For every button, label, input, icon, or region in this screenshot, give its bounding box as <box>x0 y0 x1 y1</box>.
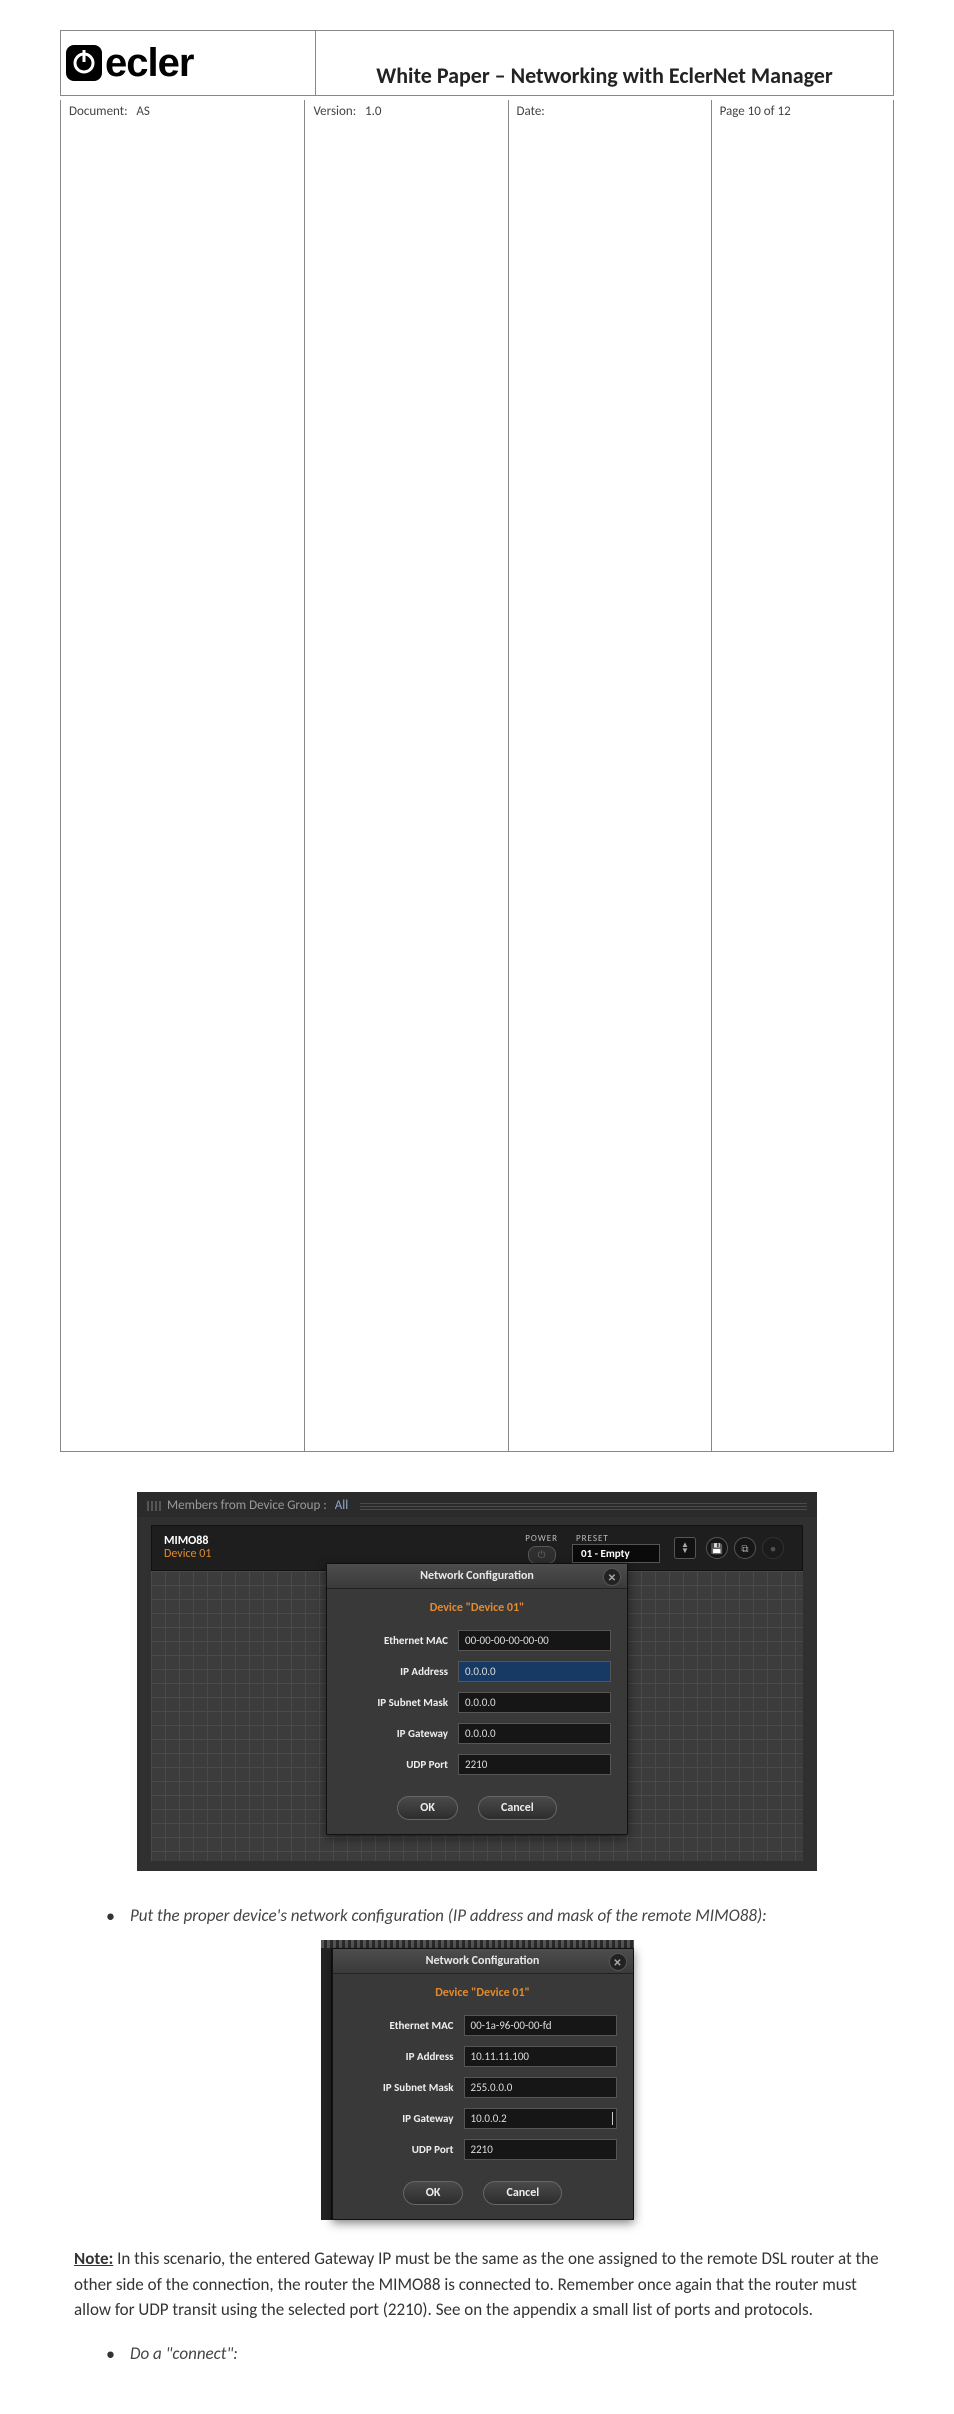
dialog1-title: Network Configuration <box>420 1569 534 1583</box>
gw-label: IP Gateway <box>343 1727 458 1740</box>
note-text: In this scenario, the entered Gateway IP… <box>74 2248 879 2320</box>
doc-title: White Paper – Networking with EclerNet M… <box>315 31 893 95</box>
network-config-dialog-2: Network Configuration ✕ Device "Device 0… <box>332 1948 634 2220</box>
dialog1-cancel-button[interactable]: Cancel <box>478 1796 557 1820</box>
preset-block: PRESET 01 - Empty <box>572 1533 660 1563</box>
dialog2-subtitle: Device "Device 01" <box>333 1974 633 2010</box>
dialog1-row-mac: Ethernet MAC 00-00-00-00-00-00 <box>327 1625 627 1656</box>
gw-label-2: IP Gateway <box>349 2112 464 2125</box>
header-stripes <box>360 1502 807 1510</box>
meta-version-value: 1.0 <box>365 104 381 119</box>
dialog2-row-ip: IP Address 10.11.11.100 <box>333 2041 633 2072</box>
dialog1-row-ip: IP Address 0.0.0.0 <box>327 1656 627 1687</box>
port-label-2: UDP Port <box>349 2143 464 2156</box>
mask-input-2[interactable]: 255.0.0.0 <box>464 2077 617 2098</box>
dialog2-row-mask: IP Subnet Mask 255.0.0.0 <box>333 2072 633 2103</box>
group-value: All <box>335 1498 349 1513</box>
meta-date-label: Date: <box>517 104 545 119</box>
preset-stepper[interactable]: ▲▼ <box>674 1537 696 1559</box>
screenshot-device-group: Members from Device Group : All MIMO88 D… <box>137 1492 817 1871</box>
shot2-top-strip <box>321 1940 634 1948</box>
power-label: POWER <box>525 1533 558 1544</box>
dialog2-buttons: OK Cancel <box>333 2165 633 2219</box>
ip-label: IP Address <box>343 1665 458 1678</box>
note-label: Note: <box>74 2248 113 2269</box>
brand-logo: ecler <box>65 41 193 86</box>
brand-text: ecler <box>105 41 193 86</box>
bullet-text-1: Put the proper device's network configur… <box>130 1905 854 1926</box>
power-block: POWER ⏻ <box>525 1533 558 1564</box>
device-grid-area: Network Configuration ✕ Device "Device 0… <box>151 1571 803 1861</box>
mask-label: IP Subnet Mask <box>343 1696 458 1709</box>
dialog2-row-mac: Ethernet MAC 00-1a-96-00-00-fd <box>333 2010 633 2041</box>
meta-date: Date: <box>509 100 712 1451</box>
power-button[interactable]: ⏻ <box>528 1546 556 1564</box>
gw-input-2[interactable]: 10.0.0.2 <box>464 2108 617 2129</box>
port-input-2[interactable]: 2210 <box>464 2139 617 2160</box>
dialog1-ok-button[interactable]: OK <box>397 1796 458 1820</box>
more-icon[interactable]: ● <box>762 1537 784 1559</box>
screenshot-netconf-filled: Network Configuration ✕ Device "Device 0… <box>60 1940 894 2220</box>
ip-input-2[interactable]: 10.11.11.100 <box>464 2046 617 2067</box>
network-config-dialog-1: Network Configuration ✕ Device "Device 0… <box>326 1563 628 1835</box>
mac-value-2: 00-1a-96-00-00-fd <box>464 2015 617 2036</box>
dialog2-row-gw: IP Gateway 10.0.0.2 <box>333 2103 633 2134</box>
dialog1-row-port: UDP Port 2210 <box>327 1749 627 1780</box>
device-name: Device 01 <box>164 1548 211 1561</box>
save-preset-icon[interactable]: 💾 <box>706 1537 728 1559</box>
meta-document-value: AS <box>136 104 150 119</box>
meta-version: Version: 1.0 <box>305 100 508 1451</box>
mac-label-2: Ethernet MAC <box>349 2019 464 2032</box>
dialog1-subtitle: Device "Device 01" <box>327 1589 627 1625</box>
preset-value[interactable]: 01 - Empty <box>572 1544 660 1563</box>
dialog2-row-port: UDP Port 2210 <box>333 2134 633 2165</box>
dialog1-close-icon[interactable]: ✕ <box>603 1568 621 1586</box>
note-paragraph: Note: In this scenario, the entered Gate… <box>74 2246 880 2323</box>
dialog1-row-gw: IP Gateway 0.0.0.0 <box>327 1718 627 1749</box>
port-input[interactable]: 2210 <box>458 1754 611 1775</box>
mac-value: 00-00-00-00-00-00 <box>458 1630 611 1651</box>
dialog1-titlebar: Network Configuration ✕ <box>327 1564 627 1589</box>
group-header: Members from Device Group : All <box>137 1492 817 1517</box>
meta-page: Page 10 of 12 <box>712 100 893 1451</box>
preset-label: PRESET <box>576 1533 609 1544</box>
dialog2-title: Network Configuration <box>426 1954 540 1968</box>
logo-cell: ecler <box>61 31 315 95</box>
device-names: MIMO88 Device 01 <box>164 1535 211 1561</box>
device-model: MIMO88 <box>164 1535 211 1548</box>
port-label: UDP Port <box>343 1758 458 1771</box>
mask-label-2: IP Subnet Mask <box>349 2081 464 2094</box>
gw-input[interactable]: 0.0.0.0 <box>458 1723 611 1744</box>
ip-input[interactable]: 0.0.0.0 <box>458 1661 611 1682</box>
mac-label: Ethernet MAC <box>343 1634 458 1647</box>
meta-page-label: Page 10 of 12 <box>720 104 791 119</box>
dialog1-row-mask: IP Subnet Mask 0.0.0.0 <box>327 1687 627 1718</box>
dialog2-cancel-button[interactable]: Cancel <box>483 2181 562 2205</box>
dialog2-titlebar: Network Configuration ✕ <box>333 1949 633 1974</box>
dialog2-ok-button[interactable]: OK <box>403 2181 464 2205</box>
group-label: Members from Device Group : <box>167 1498 327 1513</box>
copy-preset-icon[interactable]: ⧉ <box>734 1537 756 1559</box>
ip-label-2: IP Address <box>349 2050 464 2063</box>
meta-version-label: Version: <box>313 104 356 119</box>
dialog2-close-icon[interactable]: ✕ <box>609 1953 627 1971</box>
meta-document-label: Document: <box>69 104 128 119</box>
doc-meta-row: Document: AS Version: 1.0 Date: Page 10 … <box>60 100 894 1452</box>
dialog1-buttons: OK Cancel <box>327 1780 627 1834</box>
brand-icon <box>65 44 103 82</box>
mask-input[interactable]: 0.0.0.0 <box>458 1692 611 1713</box>
doc-header: ecler White Paper – Networking with Ecle… <box>60 30 894 96</box>
shot2-left-edge <box>321 1948 332 2220</box>
drag-grip-icon <box>147 1501 161 1511</box>
bullet-text-2: Do a "connect": <box>130 2343 854 2364</box>
meta-document: Document: AS <box>61 100 305 1451</box>
